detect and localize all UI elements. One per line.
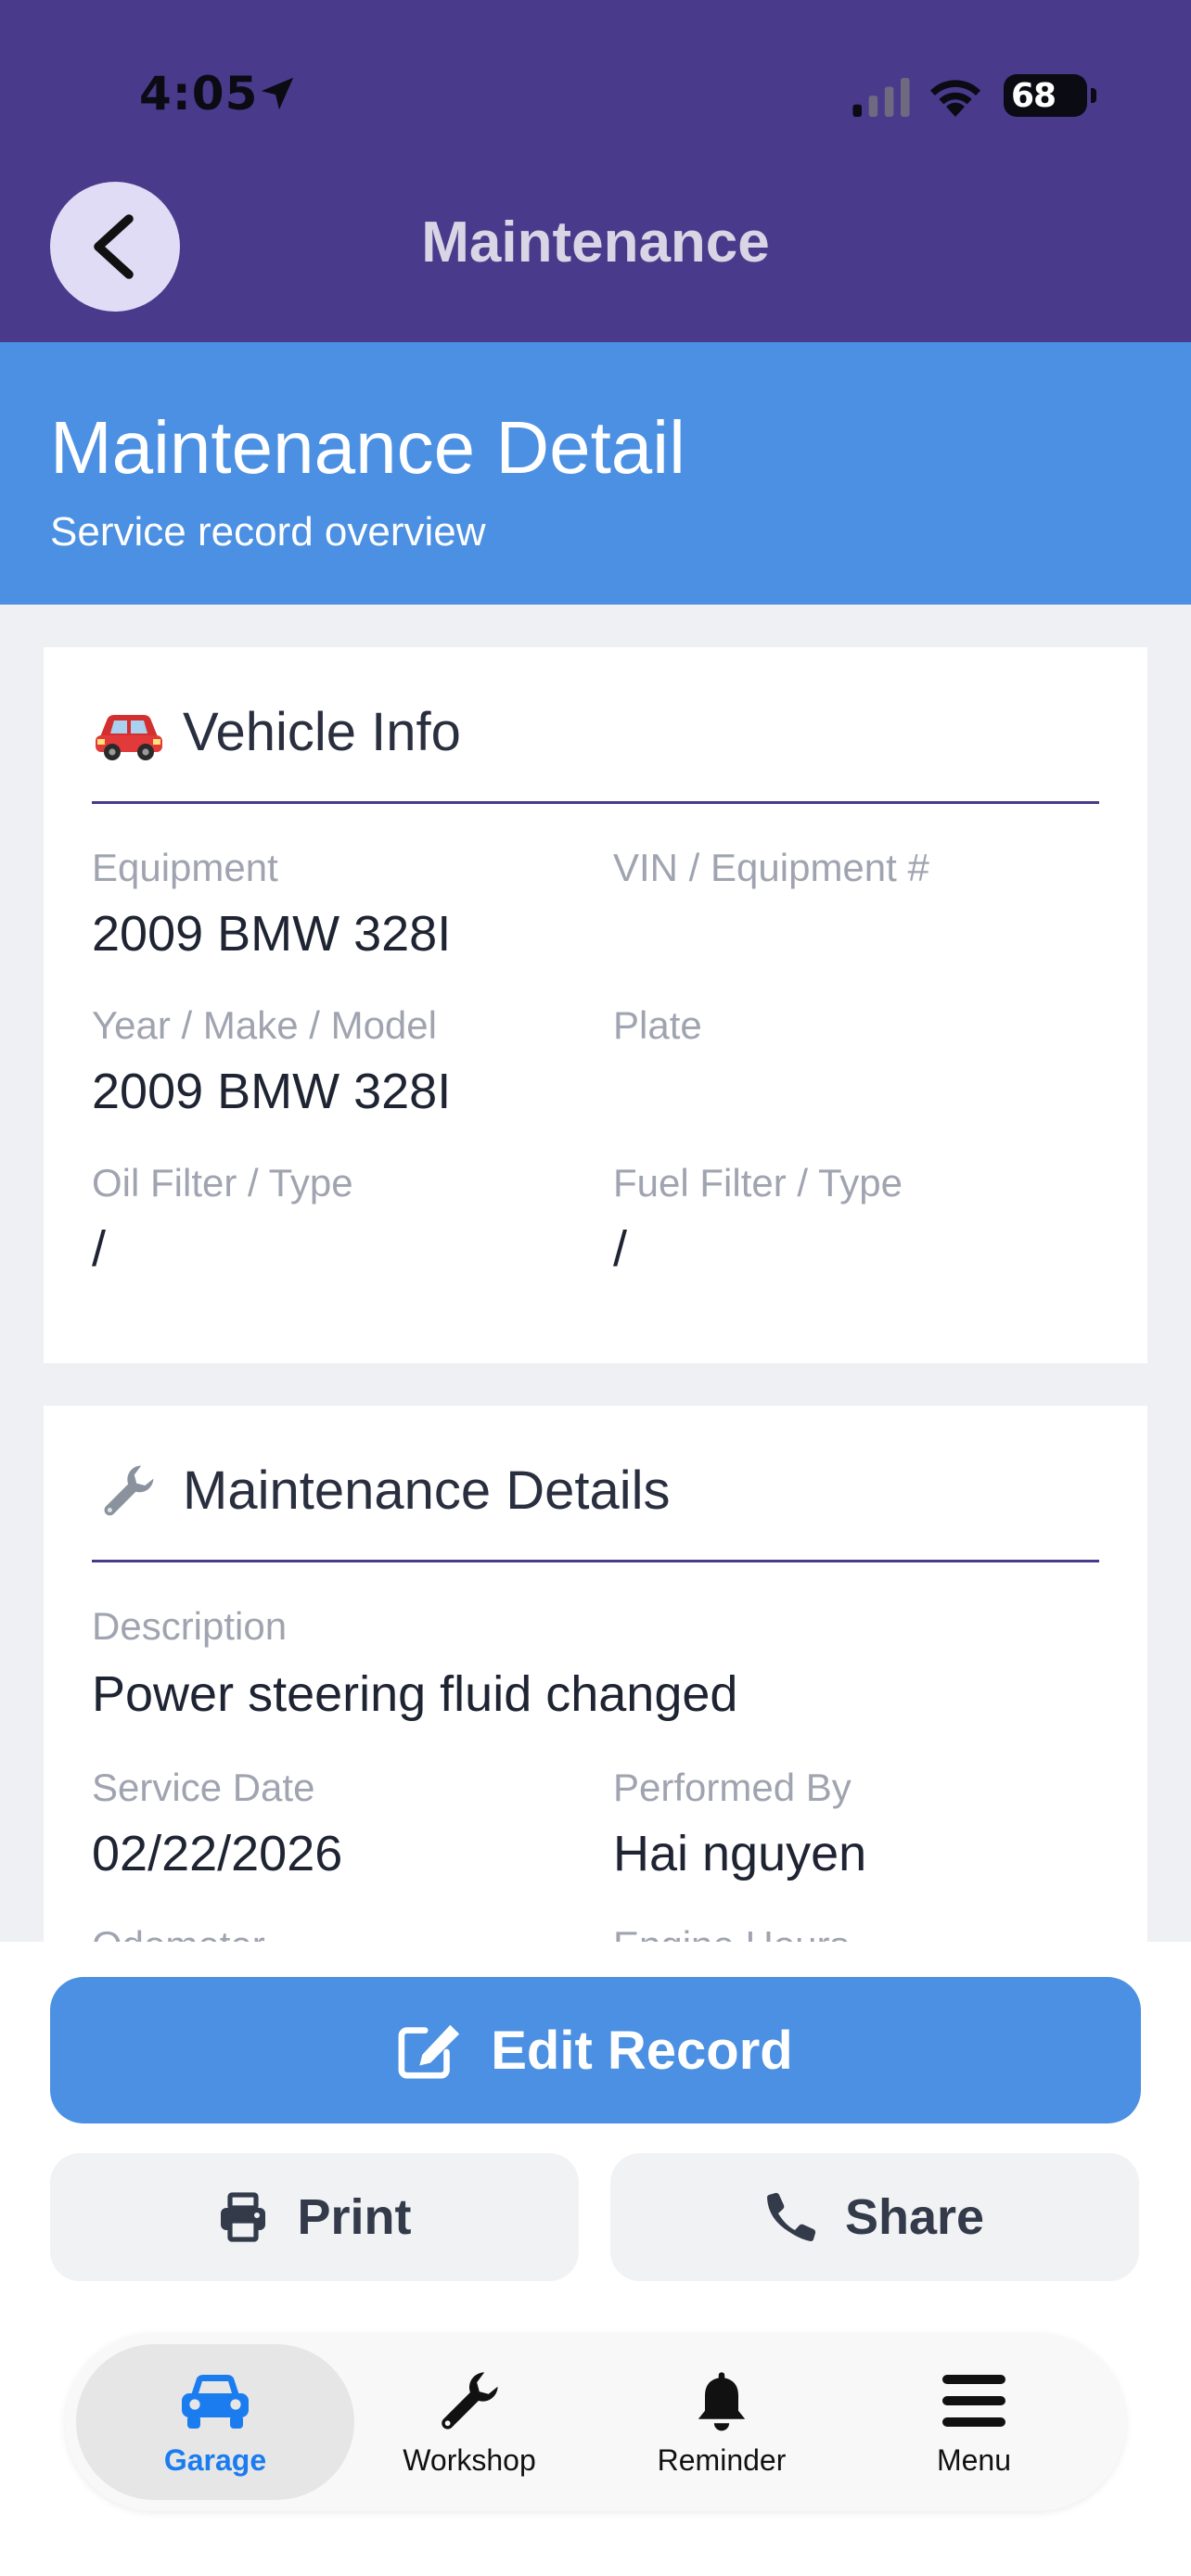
maintenance-details-title: Maintenance Details bbox=[183, 1460, 671, 1521]
menu-icon bbox=[942, 2374, 1005, 2427]
car-icon bbox=[182, 2374, 249, 2429]
battery-level: 68 bbox=[1011, 76, 1057, 115]
vehicle-info-card: Vehicle Info Equipment 2009 BMW 328I VIN… bbox=[44, 647, 1147, 1363]
oil-filter-value: / bbox=[92, 1221, 107, 1277]
page-header: Maintenance Detail Service record overvi… bbox=[0, 342, 1191, 605]
description-value: Power steering fluid changed bbox=[92, 1666, 738, 1722]
tab-menu-label: Menu bbox=[936, 2442, 1012, 2477]
car-icon bbox=[96, 715, 162, 760]
year-make-model-value: 2009 BMW 328I bbox=[92, 1064, 452, 1119]
plate-label: Plate bbox=[613, 1003, 702, 1047]
share-label: Share bbox=[844, 2189, 985, 2245]
oil-filter-label: Oil Filter / Type bbox=[92, 1161, 353, 1205]
description-label: Description bbox=[92, 1604, 288, 1648]
vehicle-info-title: Vehicle Info bbox=[183, 701, 461, 762]
status-time: 4:05 bbox=[139, 67, 259, 121]
service-date-label: Service Date bbox=[92, 1766, 315, 1809]
vehicle-info-heading: Vehicle Info bbox=[92, 699, 1099, 764]
print-button[interactable]: Print bbox=[50, 2153, 579, 2281]
wrench-icon bbox=[104, 1465, 154, 1516]
performed-by-value: Hai nguyen bbox=[613, 1826, 867, 1881]
navigation-bar: 4:05 68 Maintenance bbox=[0, 0, 1191, 342]
edit-icon bbox=[398, 2024, 460, 2079]
fuel-filter-value: / bbox=[613, 1221, 628, 1277]
tab-bar: Garage Workshop Reminder Menu bbox=[65, 2333, 1126, 2511]
tab-workshop-label: Workshop bbox=[403, 2442, 536, 2477]
equipment-label: Equipment bbox=[92, 846, 278, 889]
tab-garage-label: Garage bbox=[163, 2442, 267, 2477]
page-title: Maintenance Detail bbox=[50, 406, 685, 489]
performed-by-label: Performed By bbox=[613, 1766, 852, 1809]
equipment-value: 2009 BMW 328I bbox=[92, 906, 452, 962]
divider bbox=[92, 1560, 1099, 1562]
tab-workshop[interactable]: Workshop bbox=[330, 2344, 608, 2500]
service-date-value: 02/22/2026 bbox=[92, 1826, 343, 1881]
phone-icon bbox=[766, 2192, 816, 2241]
location-arrow-icon bbox=[261, 77, 294, 110]
wifi-icon bbox=[930, 80, 980, 117]
page-subtitle: Service record overview bbox=[50, 509, 486, 555]
nav-title: Maintenance bbox=[421, 210, 770, 274]
wrench-icon bbox=[442, 2371, 498, 2429]
battery-cap bbox=[1091, 88, 1096, 103]
fuel-filter-label: Fuel Filter / Type bbox=[613, 1161, 903, 1205]
bell-icon bbox=[698, 2371, 746, 2430]
printer-icon bbox=[221, 2192, 266, 2242]
divider bbox=[92, 801, 1099, 804]
tab-garage[interactable]: Garage bbox=[76, 2344, 354, 2500]
tab-menu[interactable]: Menu bbox=[835, 2344, 1113, 2500]
signal-icon bbox=[852, 78, 910, 117]
edit-record-button[interactable]: Edit Record bbox=[50, 1977, 1141, 2123]
battery-icon: 68 bbox=[1004, 74, 1096, 117]
edit-record-label: Edit Record bbox=[491, 2020, 793, 2081]
year-make-model-label: Year / Make / Model bbox=[92, 1003, 437, 1047]
share-button[interactable]: Share bbox=[610, 2153, 1139, 2281]
maintenance-details-heading: Maintenance Details bbox=[92, 1458, 1099, 1523]
tab-reminder[interactable]: Reminder bbox=[583, 2344, 861, 2500]
vin-label: VIN / Equipment # bbox=[613, 846, 929, 889]
tab-reminder-label: Reminder bbox=[657, 2442, 787, 2477]
print-label: Print bbox=[297, 2189, 412, 2245]
